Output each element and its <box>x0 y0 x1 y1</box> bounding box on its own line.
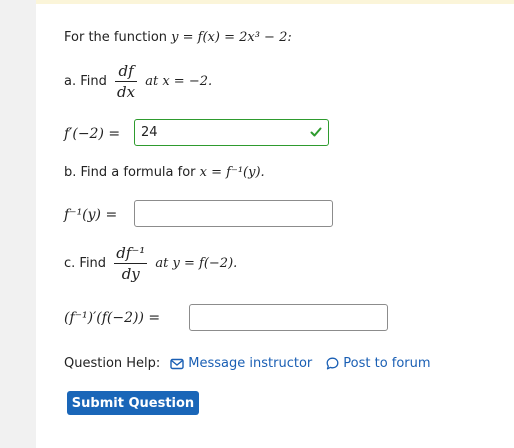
part-b-answer-label: f⁻¹(y) = <box>64 207 118 223</box>
question-help-label: Question Help: <box>64 356 161 371</box>
question-help-row: Question Help: Message instructor Post t… <box>64 356 431 371</box>
part-a-prefix: a. Find <box>64 74 107 89</box>
part-c-prompt: c. Find df⁻¹ dy at y = f(−2). <box>64 244 237 283</box>
envelope-icon <box>170 358 184 369</box>
part-a-answer-value: 24 <box>141 125 158 140</box>
part-c-answer-field[interactable] <box>189 304 388 331</box>
intro-equation: y = f(x) = 2x³ − 2: <box>171 30 292 45</box>
message-instructor-link[interactable]: Message instructor <box>170 356 312 371</box>
question-card: For the function y = f(x) = 2x³ − 2: a. … <box>36 4 514 448</box>
part-a-suffix: at x = −2. <box>145 74 213 89</box>
part-b-answer-field[interactable] <box>134 200 333 227</box>
intro-line: For the function y = f(x) = 2x³ − 2: <box>64 30 292 45</box>
speech-bubble-icon <box>326 357 339 370</box>
post-to-forum-label: Post to forum <box>343 356 431 371</box>
part-c-suffix: at y = f(−2). <box>155 256 238 271</box>
part-c-frac-den: dy <box>121 265 140 283</box>
part-c-frac-num: df⁻¹ <box>114 244 148 264</box>
part-a-frac-num: df <box>115 62 138 82</box>
part-c-fraction: df⁻¹ dy <box>114 244 148 283</box>
post-to-forum-link[interactable]: Post to forum <box>326 356 431 371</box>
part-b-prompt: b. Find a formula for x = f⁻¹(y). <box>64 165 265 180</box>
part-c-answer-label: (f⁻¹)′(f(−2)) = <box>64 310 161 326</box>
message-instructor-label: Message instructor <box>188 356 313 371</box>
intro-text: For the function <box>64 30 172 45</box>
part-a-answer-field[interactable]: 24 <box>134 119 329 146</box>
part-a-answer-label: f′(−2) = <box>64 126 121 142</box>
part-a-fraction: df dx <box>115 62 138 101</box>
part-a-frac-den: dx <box>117 83 136 101</box>
part-b-expr: x = f⁻¹(y). <box>199 165 265 180</box>
part-c-prefix: c. Find <box>64 256 107 271</box>
submit-question-button[interactable]: Submit Question <box>67 391 199 415</box>
part-b-prefix: b. Find a formula for <box>64 165 200 180</box>
part-a-prompt: a. Find df dx at x = −2. <box>64 62 212 101</box>
check-icon <box>310 127 322 137</box>
